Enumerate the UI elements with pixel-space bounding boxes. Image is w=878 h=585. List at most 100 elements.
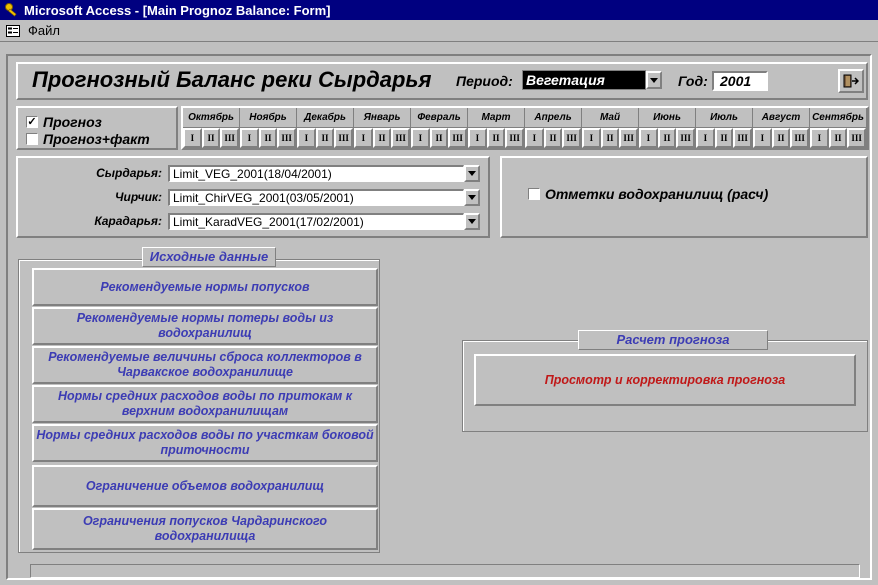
dekad-toggle[interactable]: III: [334, 128, 354, 148]
release-norms-button[interactable]: Рекомендуемые нормы попусков: [32, 268, 378, 306]
check-icon: ✓: [26, 116, 38, 128]
dekad-toggle[interactable]: II: [828, 128, 848, 148]
month-column: Февраль I II III: [411, 108, 468, 148]
dekad-toggle[interactable]: I: [639, 128, 658, 148]
menu-file[interactable]: Файл: [28, 23, 60, 38]
month-name: Февраль: [411, 108, 467, 129]
month-name: Июль: [696, 108, 752, 129]
dekad-toggle[interactable]: III: [220, 128, 240, 148]
water-loss-norms-button[interactable]: Рекомендуемые нормы потеры воды из водох…: [32, 307, 378, 345]
river-select-karadarya[interactable]: Limit_KaradVEG_2001(17/02/2001): [168, 213, 464, 230]
dekad-toggle[interactable]: I: [525, 128, 544, 148]
dekad-toggle[interactable]: I: [753, 128, 772, 148]
view-edit-forecast-button[interactable]: Просмотр и корректировка прогноза: [474, 354, 856, 406]
year-input[interactable]: 2001: [712, 71, 768, 91]
river-dropdown-karadarya[interactable]: [464, 213, 480, 230]
dekad-toggle[interactable]: II: [771, 128, 791, 148]
dekad-toggle[interactable]: II: [315, 128, 335, 148]
month-column: Август I II III: [753, 108, 810, 148]
month-name: Сентябрь: [810, 108, 866, 129]
dekad-toggle[interactable]: I: [183, 128, 202, 148]
month-column: Март I II III: [468, 108, 525, 148]
chevron-down-icon: [468, 219, 476, 224]
dekad-toggle[interactable]: II: [543, 128, 563, 148]
window-title: Microsoft Access - [Main Prognoz Balance…: [24, 2, 331, 18]
forecast-calc-title: Расчет прогноза: [578, 330, 768, 350]
dekad-toggle[interactable]: II: [486, 128, 506, 148]
chevron-down-icon: [468, 171, 476, 176]
collector-discharge-button[interactable]: Рекомендуемые величины сброса коллекторо…: [32, 346, 378, 384]
month-name: Январь: [354, 108, 410, 129]
month-name: Октябрь: [183, 108, 239, 129]
river-select-chirchik[interactable]: Limit_ChirVEG_2001(03/05/2001): [168, 189, 464, 206]
period-select[interactable]: Вегетация: [522, 70, 646, 90]
dekad-toggle[interactable]: III: [505, 128, 525, 148]
month-column: Май I II III: [582, 108, 639, 148]
dekad-toggle[interactable]: III: [790, 128, 810, 148]
header-panel: Прогнозный Баланс реки Сырдарья Период: …: [16, 62, 868, 100]
reservoir-volume-limits-button[interactable]: Ограничение объемов водохранилищ: [32, 465, 378, 507]
page-title: Прогнозный Баланс реки Сырдарья: [32, 67, 432, 92]
month-column: Январь I II III: [354, 108, 411, 148]
month-name: Ноябрь: [240, 108, 296, 129]
window-titlebar: Microsoft Access - [Main Prognoz Balance…: [0, 0, 878, 20]
dekad-toggle[interactable]: II: [258, 128, 278, 148]
dekad-toggle[interactable]: III: [448, 128, 468, 148]
dekad-toggle[interactable]: I: [354, 128, 373, 148]
chevron-down-icon: [468, 195, 476, 200]
dekad-toggle[interactable]: III: [562, 128, 582, 148]
dekad-toggle[interactable]: III: [277, 128, 297, 148]
chevron-down-icon: [650, 77, 658, 83]
river-label-karadarya: Карадарья:: [94, 214, 162, 228]
main-form: Прогнозный Баланс реки Сырдарья Период: …: [6, 54, 872, 580]
dekad-toggle[interactable]: II: [201, 128, 221, 148]
form-icon[interactable]: [6, 24, 20, 37]
dekad-toggle[interactable]: III: [391, 128, 411, 148]
reservoir-marks-label: Отметки водохранилищ (расч): [545, 186, 769, 202]
dekad-toggle[interactable]: I: [240, 128, 259, 148]
dekad-toggle[interactable]: II: [657, 128, 677, 148]
reservoir-marks-checkbox[interactable]: Отметки водохранилищ (расч): [528, 186, 768, 202]
forecast-checkbox[interactable]: ✓ Прогноз: [26, 114, 102, 130]
forecast-fact-label: Прогноз+факт: [43, 131, 150, 147]
month-column: Июнь I II III: [639, 108, 696, 148]
year-label: Год:: [678, 73, 708, 89]
dekad-toggle[interactable]: I: [582, 128, 601, 148]
rivers-panel: Сырдарья: Limit_VEG_2001(18/04/2001) Чир…: [16, 156, 490, 238]
period-label: Период:: [456, 73, 513, 89]
exit-button[interactable]: [838, 69, 864, 93]
month-name: Апрель: [525, 108, 581, 129]
dekad-toggle[interactable]: I: [297, 128, 316, 148]
period-dropdown-button[interactable]: [646, 71, 662, 89]
month-column: Октябрь I II III: [183, 108, 240, 148]
dekad-toggle[interactable]: III: [847, 128, 867, 148]
dekad-toggle[interactable]: III: [733, 128, 753, 148]
dekad-toggle[interactable]: II: [714, 128, 734, 148]
dekad-toggle[interactable]: I: [468, 128, 487, 148]
forecast-fact-checkbox[interactable]: Прогноз+факт: [26, 131, 150, 147]
month-name: Август: [753, 108, 809, 129]
river-dropdown-syrdarya[interactable]: [464, 165, 480, 182]
month-column: Сентябрь I II III: [810, 108, 867, 148]
river-dropdown-chirchik[interactable]: [464, 189, 480, 206]
river-select-syrdarya[interactable]: Limit_VEG_2001(18/04/2001): [168, 165, 464, 182]
dekad-toggle[interactable]: I: [696, 128, 715, 148]
dekad-toggle[interactable]: II: [600, 128, 620, 148]
access-key-icon: [5, 3, 17, 17]
month-name: Июнь: [639, 108, 695, 129]
dekad-toggle[interactable]: II: [372, 128, 392, 148]
forecast-label: Прогноз: [43, 114, 102, 130]
dekad-toggle[interactable]: I: [411, 128, 430, 148]
dekad-toggle[interactable]: III: [619, 128, 639, 148]
lateral-inflow-norms-button[interactable]: Нормы средних расходов воды по участкам …: [32, 424, 378, 462]
month-name: Май: [582, 108, 638, 129]
dekad-toggle[interactable]: I: [810, 128, 829, 148]
tributary-flow-norms-button[interactable]: Нормы средних расходов воды по притокам …: [32, 385, 378, 423]
month-column: Декабрь I II III: [297, 108, 354, 148]
menubar: Файл: [0, 20, 878, 42]
dekad-toggle[interactable]: II: [429, 128, 449, 148]
month-name: Март: [468, 108, 524, 129]
chardara-release-limits-button[interactable]: Ограничения попусков Чардаринского водох…: [32, 508, 378, 550]
dekad-toggle[interactable]: III: [676, 128, 696, 148]
month-column: Ноябрь I II III: [240, 108, 297, 148]
